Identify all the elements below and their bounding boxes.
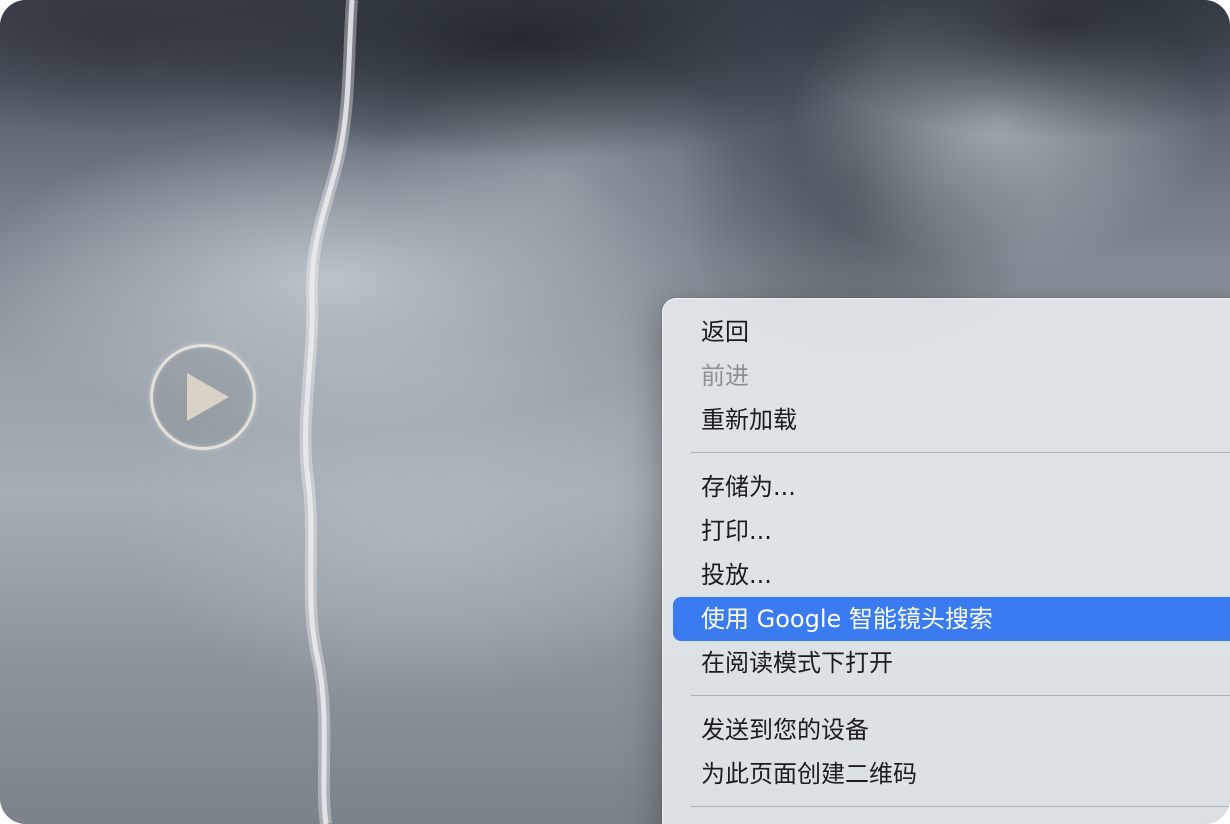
menu-item-create-qr-code[interactable]: 为此页面创建二维码 bbox=[673, 752, 1230, 796]
ice-crack-line bbox=[299, 0, 358, 824]
play-icon bbox=[187, 373, 229, 421]
browser-viewport: 返回 前进 重新加载 存储为... 打印... 投放... 使用 Google … bbox=[0, 0, 1230, 824]
menu-item-back[interactable]: 返回 bbox=[673, 310, 1230, 354]
menu-item-cast[interactable]: 投放... bbox=[673, 553, 1230, 597]
menu-separator bbox=[691, 452, 1230, 453]
menu-item-reading-mode[interactable]: 在阅读模式下打开 bbox=[673, 641, 1230, 685]
menu-separator bbox=[691, 806, 1230, 807]
menu-separator bbox=[691, 695, 1230, 696]
menu-item-reload[interactable]: 重新加载 bbox=[673, 398, 1230, 442]
menu-item-print[interactable]: 打印... bbox=[673, 509, 1230, 553]
menu-item-forward: 前进 bbox=[701, 362, 749, 390]
menu-item-google-lens-search[interactable]: 使用 Google 智能镜头搜索 bbox=[673, 597, 1230, 641]
menu-item-save-as[interactable]: 存储为... bbox=[673, 465, 1230, 509]
menu-item-send-to-devices[interactable]: 发送到您的设备 bbox=[673, 708, 1230, 752]
video-play-button[interactable] bbox=[150, 344, 256, 450]
context-menu: 返回 前进 重新加载 存储为... 打印... 投放... 使用 Google … bbox=[662, 298, 1230, 824]
